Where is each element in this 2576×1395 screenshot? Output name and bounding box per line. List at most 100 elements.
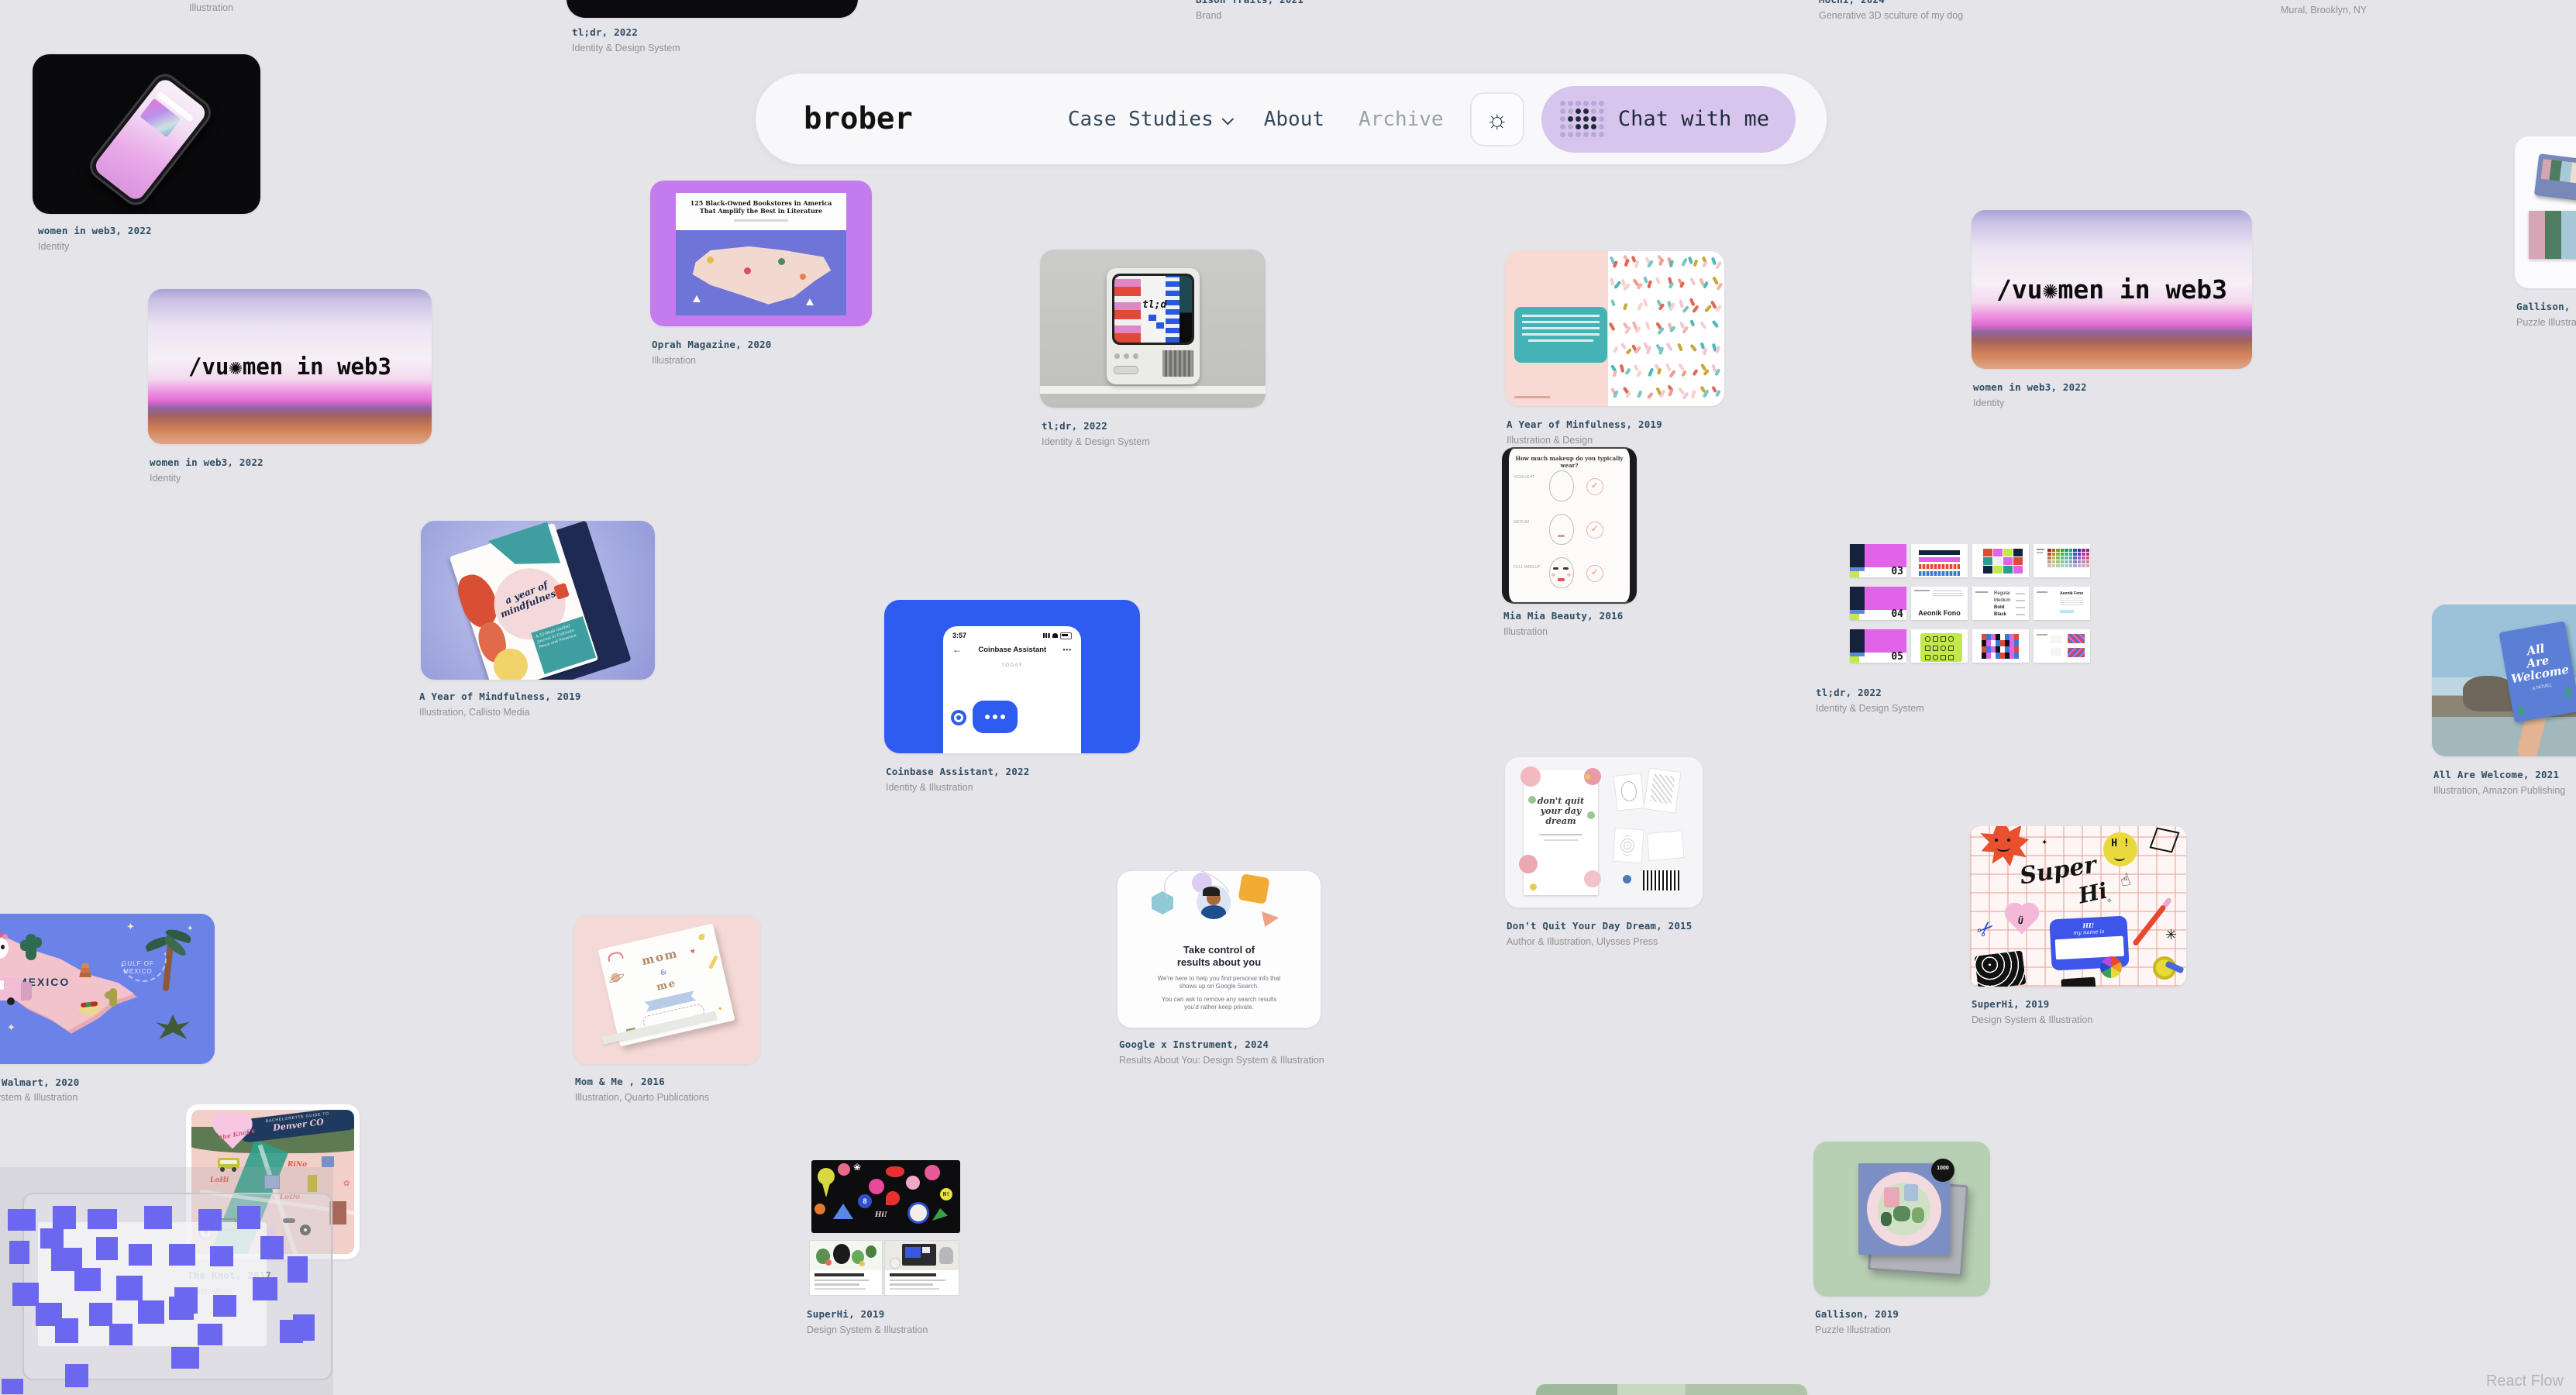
- dash-mark: [1613, 346, 1619, 353]
- card-gallison-right[interactable]: [2515, 136, 2576, 288]
- card-partial-bottom[interactable]: [1536, 1384, 1807, 1395]
- card-mom-me[interactable]: mom & me ✦ ♥: [573, 915, 760, 1064]
- dash-mark: [1623, 303, 1628, 311]
- card-tldr-top[interactable]: [567, 0, 858, 18]
- caption-subtitle: Identity & Design System: [572, 43, 680, 54]
- oprah-article: 125 Black-Owned Bookstores in America Th…: [676, 193, 846, 315]
- nav-archive[interactable]: Archive: [1359, 108, 1444, 131]
- chat-with-me-button[interactable]: Chat with me: [1541, 86, 1796, 153]
- asterisk-doodle: ✳: [2165, 927, 2177, 943]
- caption-subtitle: Identity: [38, 241, 152, 253]
- heart-face: Ü: [2017, 916, 2023, 927]
- nav-case-studies[interactable]: Case Studies: [1068, 108, 1230, 131]
- caption-superhi-pages: SuperHi, 2019 Design System & Illustrati…: [807, 1308, 928, 1336]
- more-icon[interactable]: •••: [1063, 646, 1072, 653]
- tv-knob: [1114, 353, 1120, 359]
- sticker-banner: ❀ 8 H! Hi!: [811, 1160, 960, 1233]
- dash-mark: [1620, 343, 1627, 350]
- caption-title: women in web3, 2022: [1973, 381, 2087, 393]
- minimap-node: [260, 1236, 284, 1259]
- card-mindfulness-book[interactable]: a year of mindfulness A 52-Week Guided J…: [421, 521, 655, 680]
- card-coinbase[interactable]: 3:57 ← Coinbase Assistant ••• TODAY: [884, 600, 1140, 753]
- dash-mark: [1711, 386, 1717, 394]
- card-gallison-bottom[interactable]: 1000: [1813, 1142, 1990, 1297]
- floral-dot: [1530, 884, 1537, 890]
- caption-subtitle: Generative 3D sculture of my dog: [1819, 10, 1963, 22]
- tv-illustration: tl;d: [1107, 268, 1200, 384]
- map-spot: [778, 258, 785, 265]
- spread-left-page: [1505, 251, 1608, 406]
- theme-toggle-button[interactable]: ☼: [1470, 92, 1524, 146]
- card-superhi-collage[interactable]: Super Hi H ! ☝ Ü ✂ HI! my name is ✳ ✦ ✧: [1970, 826, 2186, 987]
- dot: [1560, 116, 1565, 122]
- card-dont-quit[interactable]: don't quit your day dream: [1505, 757, 1703, 908]
- caption-subtitle: Author & Illustration, Ulysses Press: [1507, 936, 1693, 948]
- card-walmart[interactable]: MEXICO GULF OF MEXICO PACIFIC OCEAN TACO…: [0, 914, 215, 1064]
- caption-title: Mochi, 2024: [1819, 0, 1963, 5]
- caption-subtitle: Identity: [150, 473, 263, 484]
- reactflow-attribution[interactable]: React Flow: [2486, 1373, 2564, 1390]
- caption-title: women in web3, 2022: [38, 225, 152, 236]
- caption-subtitle: Illustration: [652, 355, 772, 367]
- card-tldr-grid[interactable]: 03 04 Aeonik FonoRegular Medium Bold Bla…: [1816, 541, 2102, 673]
- minimap[interactable]: [0, 1167, 333, 1395]
- check-circle: ✓: [1586, 565, 1603, 582]
- navbar: brober Case Studies About Archive ☼ Chat…: [756, 74, 1827, 164]
- caption-subtitle: Identity & Design System: [1816, 703, 1924, 715]
- nav-about[interactable]: About: [1264, 108, 1324, 131]
- webpage-thumb: [809, 1240, 883, 1296]
- status-icons: [1043, 632, 1072, 639]
- card-google[interactable]: Take control of results about you We're …: [1118, 871, 1321, 1028]
- hi-sticker: H!: [940, 1188, 952, 1200]
- dash-mark: [1702, 260, 1708, 268]
- badge-sticker: [907, 1202, 929, 1224]
- minimap-node: [74, 1268, 101, 1291]
- tear-card: [1647, 830, 1685, 861]
- dash-mark: [1689, 298, 1696, 306]
- minimap-node: [96, 1237, 118, 1260]
- card-wiw-right[interactable]: /vu✺men in web3: [1972, 210, 2252, 369]
- dot: [1576, 116, 1581, 122]
- minimap-node: [213, 1295, 236, 1317]
- dash-mark: [1693, 259, 1699, 267]
- chat-button-label: Chat with me: [1618, 107, 1769, 131]
- hero-headline-1: Take control of: [1118, 944, 1321, 956]
- dot: [1599, 116, 1604, 122]
- card-wiw-phone[interactable]: [33, 54, 260, 214]
- back-arrow-icon[interactable]: ←: [952, 644, 962, 655]
- caption-title: A Year of Minfulness, 2019: [1507, 418, 1662, 430]
- publisher-logo: [1623, 875, 1631, 884]
- card-oprah[interactable]: 125 Black-Owned Bookstores in America Th…: [650, 181, 872, 326]
- dot: [1576, 132, 1581, 137]
- site-logo[interactable]: brober: [804, 102, 913, 136]
- tv-knob: [1133, 353, 1138, 359]
- cover-line: [1539, 834, 1582, 835]
- dot: [1560, 124, 1565, 129]
- card-mia-phone[interactable]: How much makeup do you typically wear? H…: [1502, 447, 1637, 604]
- lips: [1558, 535, 1565, 537]
- floral-dot: [1585, 774, 1590, 780]
- card-all-are-welcome[interactable]: All Are Welcome a NOVEL: [2432, 604, 2576, 756]
- minimap-node: [144, 1206, 172, 1229]
- caption-subtitle: Brand: [1196, 10, 1303, 22]
- pink-sticker: [838, 1163, 850, 1176]
- caption-title: tl;dr, 2022: [572, 26, 680, 38]
- wiw-logo: /vu✺men in web3: [1996, 274, 2227, 305]
- quote-line: [1522, 327, 1600, 329]
- tv-slider: [1114, 366, 1138, 374]
- status-time: 3:57: [952, 632, 966, 639]
- card-tldr-tv[interactable]: tl;d: [1040, 250, 1266, 408]
- dash-mark: [1691, 390, 1696, 399]
- caption-subtitle: Illustration & Design: [1507, 435, 1662, 446]
- card-mindfulness-spread[interactable]: [1505, 251, 1724, 406]
- caption-subtitle: Identity & Illustration: [886, 782, 1029, 794]
- caption-title: SuperHi, 2019: [807, 1308, 928, 1320]
- card-wiw-left[interactable]: /vu✺men in web3: [148, 289, 432, 444]
- lips: [1558, 578, 1565, 581]
- dot: [1583, 101, 1589, 106]
- reactflow-canvas[interactable]: Illustration Bison Trails, 2021 Brand Mo…: [0, 0, 2576, 1395]
- card-superhi-pages[interactable]: ❀ 8 H! Hi!: [809, 1160, 964, 1300]
- orange-square: [1238, 873, 1269, 904]
- dot: [1599, 101, 1604, 106]
- dot: [1583, 108, 1589, 114]
